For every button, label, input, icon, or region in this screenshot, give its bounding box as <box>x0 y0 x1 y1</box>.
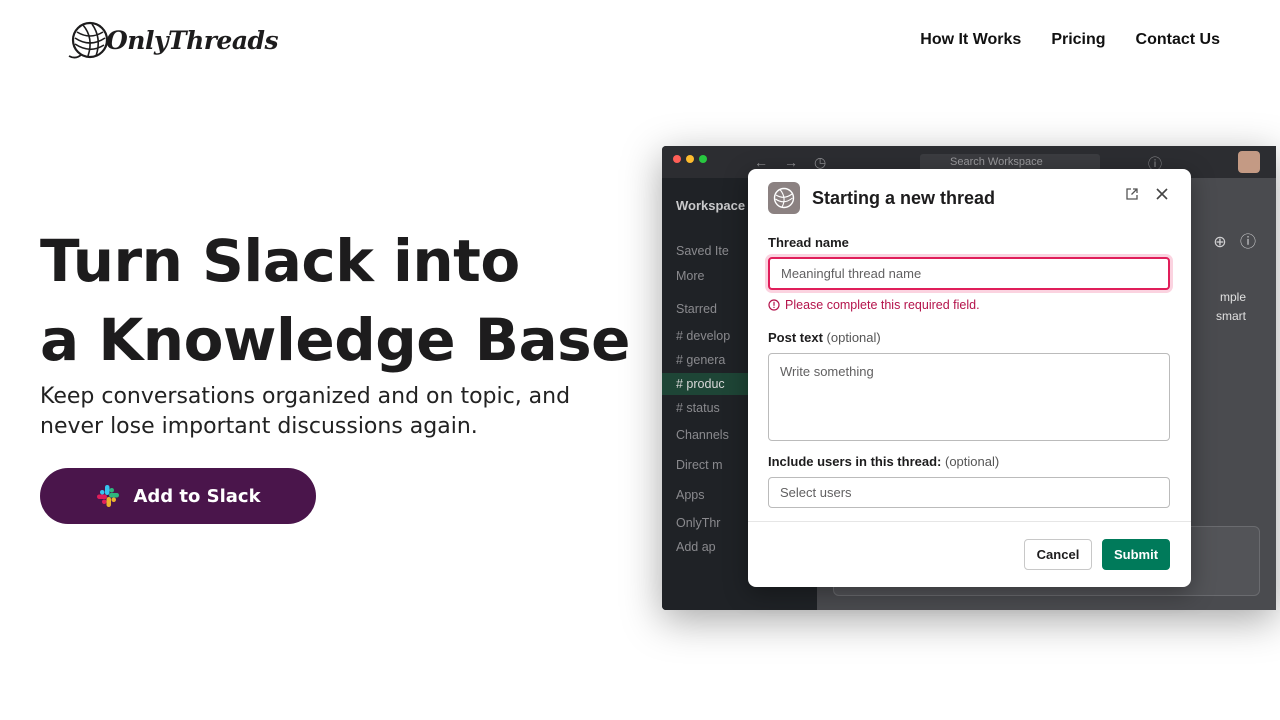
back-arrow-icon: ← <box>754 154 768 170</box>
sidebar-item-saved: Saved Ite <box>676 244 729 258</box>
submit-button[interactable]: Submit <box>1102 539 1170 570</box>
message-preview-line2: smart <box>1216 309 1246 323</box>
sidebar-item-add-apps: Add ap <box>676 540 716 554</box>
logo-text: OnlyThreads <box>106 25 279 55</box>
nav-contact-us[interactable]: Contact Us <box>1136 31 1220 49</box>
sidebar-item-onlythreads: OnlyThr <box>676 516 721 530</box>
user-avatar <box>1238 151 1260 173</box>
modal-footer-divider <box>748 521 1191 522</box>
close-dot-icon <box>673 155 681 163</box>
nav-pricing[interactable]: Pricing <box>1051 31 1105 49</box>
onlythreads-app-icon <box>768 182 800 214</box>
message-preview: mple smart <box>1216 288 1246 326</box>
include-users-label-main: Include users in this thread: <box>768 454 942 469</box>
message-preview-line1: mple <box>1219 290 1246 304</box>
sidebar-item-starred: Starred <box>676 302 717 316</box>
sidebar-item-channels: Channels <box>676 428 729 442</box>
sidebar-item-status: # status <box>676 401 720 415</box>
landing-page: OnlyThreads How It Works Pricing Contact… <box>0 0 1280 720</box>
post-text-optional: (optional) <box>826 330 881 345</box>
validation-error: Please complete this required field. <box>768 298 980 312</box>
post-text-textarea[interactable] <box>768 353 1170 441</box>
hero-subtitle: Keep conversations organized and on topi… <box>40 384 571 439</box>
thread-name-input[interactable] <box>768 257 1170 290</box>
close-icon[interactable] <box>1155 187 1169 201</box>
select-users-input[interactable] <box>768 477 1170 508</box>
add-to-slack-button[interactable]: Add to Slack <box>40 468 316 524</box>
top-nav: How It Works Pricing Contact Us <box>920 31 1220 49</box>
nav-how-it-works[interactable]: How It Works <box>920 31 1021 49</box>
sidebar-item-develop: # develop <box>676 329 731 343</box>
add-user-icon: ⊕ ⓘ <box>1213 234 1256 251</box>
modal-title: Starting a new thread <box>812 187 996 208</box>
hero-title-line1: Turn Slack into <box>40 227 520 295</box>
workspace-name: Workspace <box>676 198 746 213</box>
sidebar-item-general: # genera <box>676 353 726 367</box>
add-to-slack-label: Add to Slack <box>133 485 261 507</box>
modal-header-actions <box>1125 187 1169 201</box>
error-icon <box>768 299 780 311</box>
open-external-icon[interactable] <box>1125 187 1139 201</box>
hero-title: Turn Slack into a Knowledge Base <box>40 222 640 380</box>
include-users-optional: (optional) <box>945 454 1000 469</box>
new-thread-modal: Starting a new thread Thread name Please… <box>748 169 1191 587</box>
post-text-label: Post text (optional) <box>768 330 881 345</box>
sidebar-item-more: More <box>676 269 705 283</box>
include-users-label: Include users in this thread: (optional) <box>768 454 999 469</box>
minimize-dot-icon <box>686 155 694 163</box>
sidebar-item-direct: Direct m <box>676 458 723 472</box>
post-text-label-main: Post text <box>768 330 823 345</box>
hero-title-line2: a Knowledge Base <box>40 306 630 374</box>
modal-header: Starting a new thread <box>768 181 1177 215</box>
yarn-ball-icon <box>773 187 795 209</box>
maximize-dot-icon <box>699 155 707 163</box>
sidebar-item-apps: Apps <box>676 488 705 502</box>
validation-error-text: Please complete this required field. <box>785 298 980 312</box>
forward-arrow-icon: → <box>784 154 798 170</box>
slack-logo-icon <box>97 485 120 507</box>
site-logo[interactable]: OnlyThreads <box>68 18 279 62</box>
thread-name-label: Thread name <box>768 235 849 250</box>
cancel-button[interactable]: Cancel <box>1024 539 1092 570</box>
